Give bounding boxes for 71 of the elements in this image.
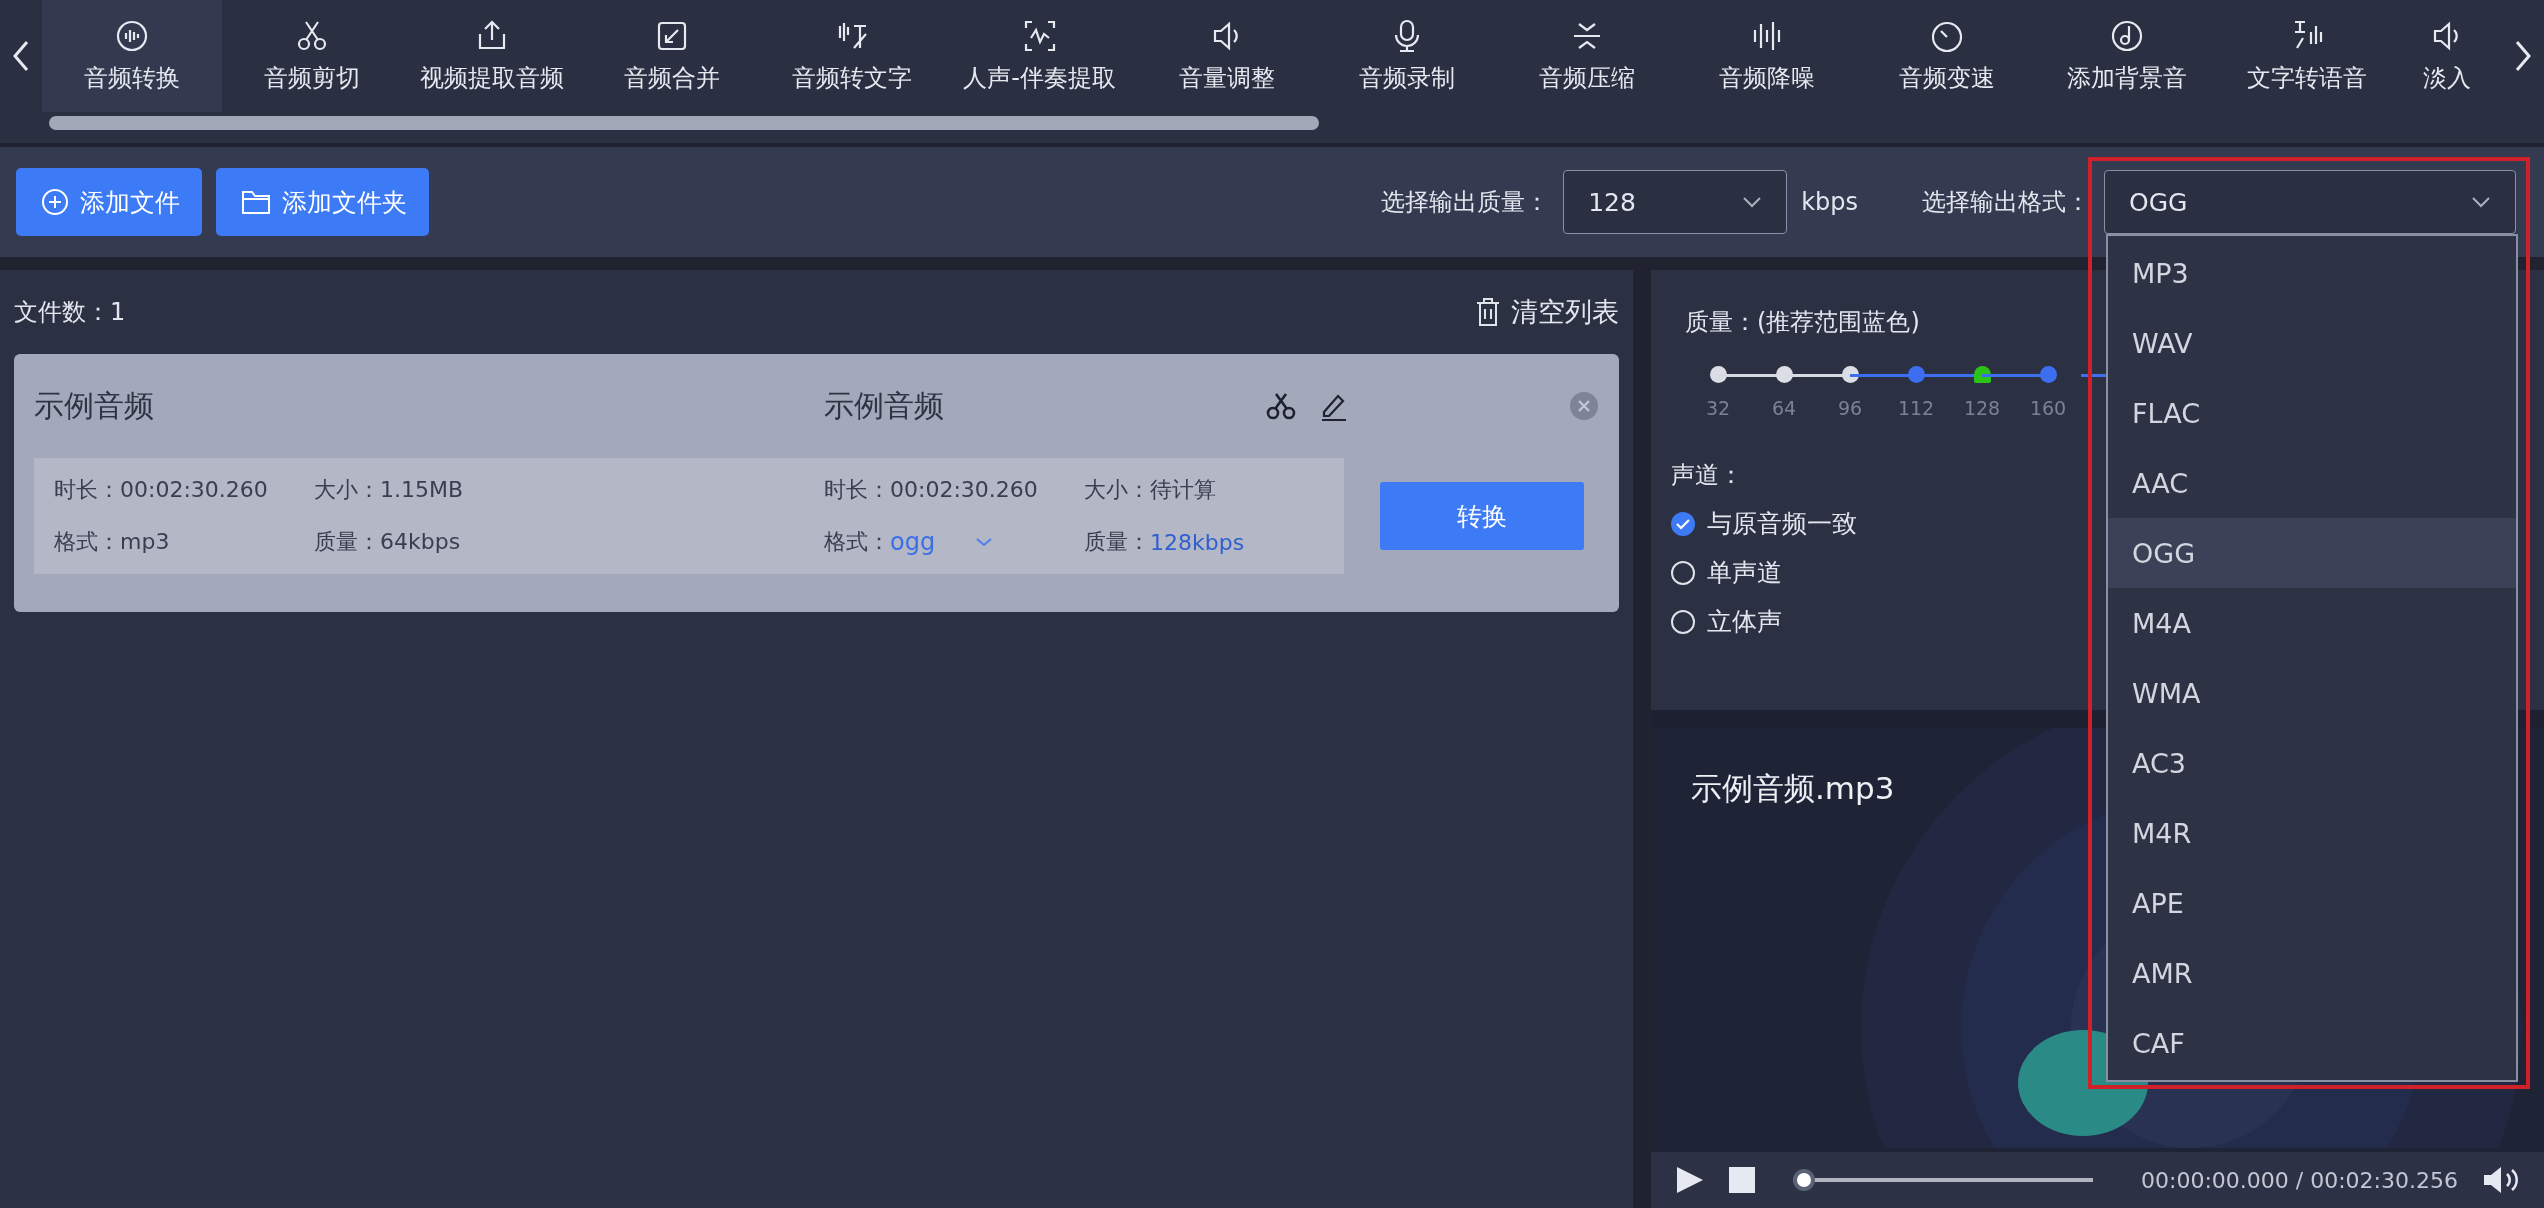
preview-file-name: 示例音频.mp3 [1691, 769, 1895, 808]
file-count: 文件数：1 [14, 297, 126, 328]
duration-text: 时长：00:02:30.260 [824, 476, 1039, 504]
format-option[interactable]: WAV [2108, 308, 2516, 378]
nav-tab[interactable]: 音频压缩 [1497, 0, 1677, 112]
nav-tab[interactable]: 音量调整 [1137, 0, 1317, 112]
nav-tab[interactable]: 音频变速 [1857, 0, 2037, 112]
add-folder-button[interactable]: 添加文件夹 [216, 168, 429, 236]
nav-tab[interactable]: 音频录制 [1317, 0, 1497, 112]
tick-label: 32 [1705, 397, 1731, 419]
quality-text: 质量：64kbps [314, 528, 462, 556]
scissors-icon[interactable] [1264, 391, 1298, 421]
target-file-name: 示例音频 [824, 386, 945, 425]
trash-icon [1475, 297, 1501, 327]
playback-time: 00:00:00.000 / 00:02:30.256 [2141, 1167, 2458, 1193]
nav-tab[interactable]: 淡入 [2397, 0, 2497, 112]
format-label: 选择输出格式： [1922, 187, 2090, 218]
channel-title: 声道： [1671, 460, 1743, 491]
chevron-down-icon [1742, 196, 1763, 208]
source-file-name: 示例音频 [34, 386, 155, 425]
waveform-icon [114, 18, 150, 54]
add-file-button[interactable]: 添加文件 [16, 168, 202, 236]
scrollbar-thumb[interactable] [49, 116, 1319, 130]
nav-tab[interactable]: 音频合并 [582, 0, 762, 112]
nav-tab[interactable]: 音频转文字 [762, 0, 942, 112]
chevron-right-icon[interactable] [2513, 39, 2533, 73]
size-text: 大小：待计算 [1084, 476, 1217, 504]
quality-value: 128kbps [1150, 529, 1245, 555]
nav-tab[interactable]: 视频提取音频 [402, 0, 582, 112]
size-text: 大小：1.15MB [314, 476, 465, 504]
nav-tab[interactable]: 文字转语音 [2217, 0, 2397, 112]
nav-tab[interactable]: 音频降噪 [1677, 0, 1857, 112]
format-option[interactable]: AMR [2108, 938, 2516, 1008]
format-option[interactable]: OGG [2108, 518, 2516, 588]
music-note-icon [2109, 18, 2145, 54]
quality-unit: kbps [1801, 188, 1858, 216]
slider-stop[interactable] [2039, 366, 2057, 383]
nav-tab[interactable]: 添加背景音 [2037, 0, 2217, 112]
tick-label: 64 [1771, 397, 1797, 419]
quality-select[interactable]: 128 [1563, 170, 1788, 234]
format-select[interactable]: OGG [2104, 170, 2516, 234]
nav-tab[interactable]: 音频剪切 [222, 0, 402, 112]
quality-label: 选择输出质量： [1381, 187, 1550, 218]
format-text: 格式：mp3 [54, 528, 171, 556]
tick-label: 112 [1897, 397, 1935, 419]
chevron-down-icon [975, 537, 994, 547]
format-option[interactable]: AC3 [2108, 728, 2516, 798]
radio-icon[interactable] [1671, 511, 1695, 536]
tick-label: 96 [1837, 397, 1863, 419]
duration-text: 时长：00:02:30.260 [54, 476, 269, 504]
format-option[interactable]: APE [2108, 868, 2516, 938]
format-label: 格式： [824, 528, 890, 556]
tick-label: 128 [1963, 397, 2001, 419]
format-option[interactable]: M4A [2108, 588, 2516, 658]
folder-icon [240, 188, 272, 216]
format-option[interactable]: WMA [2108, 658, 2516, 728]
format-option[interactable]: MP3 [2108, 238, 2516, 308]
quality-label: 质量： [1084, 528, 1150, 556]
quality-title: 质量：(推荐范围蓝色) [1685, 307, 1920, 338]
format-option[interactable]: M4R [2108, 798, 2516, 868]
clear-list-button[interactable]: 清空列表 [1475, 294, 1619, 330]
progress-thumb[interactable] [1793, 1169, 1815, 1191]
nav-tab[interactable]: 人声-伴奏提取 [942, 0, 1137, 112]
chevron-left-icon[interactable] [11, 39, 31, 73]
plus-circle-icon [40, 187, 70, 217]
tick-label: 160 [2029, 397, 2067, 419]
convert-button[interactable]: 转换 [1380, 482, 1584, 550]
chevron-down-icon [2471, 196, 2491, 208]
format-option[interactable]: FLAC [2108, 378, 2516, 448]
nav-tab[interactable]: 音频转换 [42, 0, 222, 112]
format-option[interactable]: CAF [2108, 1008, 2516, 1078]
